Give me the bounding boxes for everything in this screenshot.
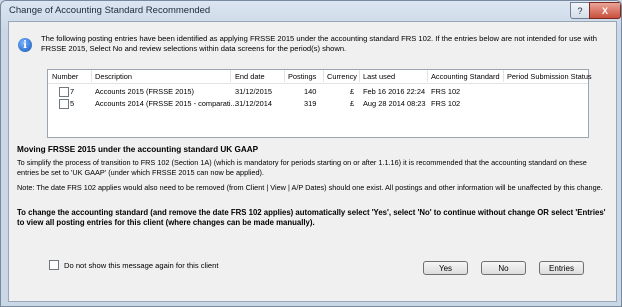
- posting-entries-list[interactable]: Number Description End date Postings Cur…: [47, 69, 592, 138]
- row-number: 5: [70, 99, 75, 108]
- help-icon: ?: [577, 5, 583, 16]
- info-icon: i: [18, 38, 32, 52]
- transition-paragraph: To simplify the process of transition to…: [17, 158, 587, 177]
- row-last-used: Aug 28 2014 08:23: [363, 99, 426, 108]
- window-title: Change of Accounting Standard Recommende…: [9, 5, 211, 16]
- dont-show-option[interactable]: Do not show this message again for this …: [49, 260, 219, 270]
- table-row[interactable]: 7 Accounts 2015 (FRSSE 2015) 31/12/2015 …: [48, 86, 588, 97]
- help-button[interactable]: ?: [570, 2, 590, 19]
- instruction-paragraph: To change the accounting standard (and r…: [17, 208, 606, 227]
- entries-button[interactable]: Entries: [539, 261, 584, 275]
- dont-show-label: Do not show this message again for this …: [64, 260, 219, 270]
- intro-text: The following posting entries have been …: [41, 34, 597, 53]
- col-description[interactable]: Description: [95, 72, 132, 81]
- row-checkbox[interactable]: [59, 87, 69, 97]
- table-row[interactable]: 5 Accounts 2014 (FRSSE 2015 - comparati.…: [48, 98, 588, 109]
- dont-show-checkbox[interactable]: [49, 260, 59, 270]
- row-postings: 319: [304, 99, 317, 108]
- close-icon: X: [601, 5, 608, 16]
- col-last-used[interactable]: Last used: [363, 72, 395, 81]
- list-header: Number Description End date Postings Cur…: [48, 70, 592, 84]
- col-currency[interactable]: Currency: [327, 72, 357, 81]
- row-description: Accounts 2014 (FRSSE 2015 - comparati...: [95, 99, 237, 108]
- col-end-date[interactable]: End date: [235, 72, 265, 81]
- col-postings[interactable]: Postings: [288, 72, 316, 81]
- row-description: Accounts 2015 (FRSSE 2015): [95, 87, 195, 96]
- section-heading: Moving FRSSE 2015 under the accounting s…: [17, 145, 259, 154]
- close-button[interactable]: X: [589, 2, 621, 19]
- row-accounting-standard: FRS 102: [431, 99, 461, 108]
- row-number: 7: [70, 87, 75, 96]
- dialog-window: Change of Accounting Standard Recommende…: [0, 0, 622, 307]
- row-currency: £: [350, 87, 355, 96]
- col-number[interactable]: Number: [52, 72, 78, 81]
- col-period-submission-status[interactable]: Period Submission Status: [507, 72, 592, 81]
- row-currency: £: [350, 99, 355, 108]
- row-checkbox[interactable]: [59, 99, 69, 109]
- col-accounting-standard[interactable]: Accounting Standard: [431, 72, 500, 81]
- row-last-used: Feb 16 2016 22:24: [363, 87, 426, 96]
- no-button[interactable]: No: [481, 261, 526, 275]
- yes-button[interactable]: Yes: [423, 261, 468, 275]
- title-bar: Change of Accounting Standard Recommende…: [1, 1, 621, 21]
- dialog-content: i The following posting entries have bee…: [8, 21, 617, 302]
- note-paragraph: Note: The date FRS 102 applies would als…: [17, 183, 603, 192]
- row-end-date: 31/12/2014: [235, 99, 272, 108]
- row-postings: 140: [304, 87, 317, 96]
- row-accounting-standard: FRS 102: [431, 87, 461, 96]
- row-end-date: 31/12/2015: [235, 87, 272, 96]
